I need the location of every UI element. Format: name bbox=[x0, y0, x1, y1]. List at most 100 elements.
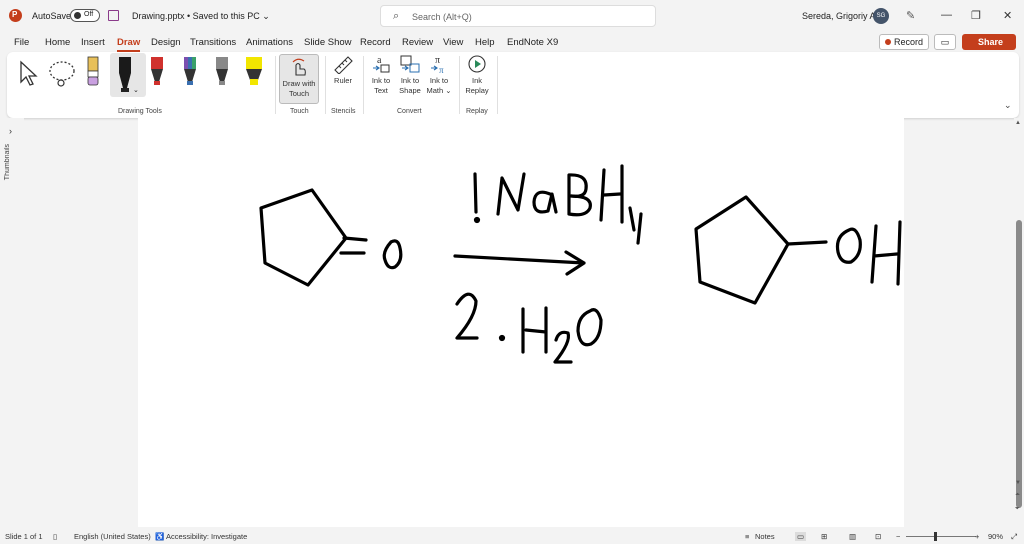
autosave-toggle[interactable]: Off bbox=[70, 9, 100, 22]
subscript-4 bbox=[628, 206, 643, 245]
accessibility-status[interactable]: Accessibility: Investigate bbox=[166, 532, 247, 541]
tab-insert[interactable]: Insert bbox=[81, 37, 105, 48]
ribbon-divider bbox=[275, 56, 276, 114]
replay-icon bbox=[468, 55, 486, 73]
red-pen-icon[interactable] bbox=[150, 56, 164, 86]
tab-endnote[interactable]: EndNote X9 bbox=[507, 37, 558, 48]
slide-show-icon[interactable]: ⊡ bbox=[875, 532, 881, 541]
collapse-ribbon-chevron-icon[interactable]: ⌄ bbox=[1004, 100, 1012, 111]
draw-with-touch-button[interactable]: Draw with Touch bbox=[279, 54, 319, 104]
tab-help[interactable]: Help bbox=[475, 37, 495, 48]
tab-record[interactable]: Record bbox=[360, 37, 391, 48]
next-slide-icon[interactable]: ⏷ bbox=[1015, 506, 1020, 513]
previous-slide-icon[interactable]: ⏶ bbox=[1015, 492, 1020, 499]
highlighter-icon[interactable] bbox=[245, 56, 265, 86]
accessibility-icon[interactable]: ♿ bbox=[155, 532, 164, 541]
search-icon: ⌕ bbox=[393, 10, 400, 22]
ribbon-divider bbox=[363, 56, 364, 114]
tab-view[interactable]: View bbox=[443, 37, 463, 48]
share-button[interactable]: Share bbox=[962, 34, 1016, 50]
autosave-state: Off bbox=[84, 11, 94, 18]
normal-view-icon[interactable]: ▭ bbox=[795, 532, 807, 541]
ink-to-shape-icon bbox=[400, 55, 420, 73]
status-bar: Slide 1 of 1 ▯ English (United States) ♿… bbox=[0, 528, 1024, 544]
language-status[interactable]: English (United States) bbox=[74, 532, 151, 541]
zoom-out-icon[interactable]: − bbox=[896, 532, 900, 541]
close-icon[interactable]: ✕ bbox=[1003, 9, 1012, 22]
ink-to-shape-line2: Shape bbox=[399, 86, 421, 95]
ruler-icon bbox=[334, 56, 353, 74]
letter-H bbox=[599, 164, 624, 224]
ribbon: ⌄ Drawing Tools Draw with Touch Touch Ru… bbox=[7, 52, 1019, 118]
user-name[interactable]: Sereda, Grigoriy A bbox=[802, 11, 876, 21]
svg-text:a: a bbox=[377, 55, 382, 66]
lasso-select-icon[interactable] bbox=[47, 59, 77, 87]
slide-sorter-icon[interactable]: ⊞ bbox=[821, 532, 827, 541]
title-bar: AutoSave Off Drawing.pptx • Saved to thi… bbox=[0, 0, 1024, 32]
tab-design[interactable]: Design bbox=[151, 37, 181, 48]
step2-dot bbox=[498, 334, 506, 342]
letter-H2 bbox=[521, 306, 548, 354]
draw-with-touch-line1: Draw with bbox=[282, 79, 316, 88]
scroll-up-icon[interactable]: ▲ bbox=[1015, 120, 1021, 126]
ink-to-text-line1: Ink to bbox=[371, 76, 391, 85]
touch-hand-icon bbox=[292, 58, 306, 76]
powerpoint-logo-icon bbox=[9, 9, 22, 22]
ribbon-divider bbox=[325, 56, 326, 114]
ink-to-text-button[interactable]: a Ink to Text bbox=[367, 54, 395, 96]
gray-pen-icon[interactable] bbox=[215, 56, 229, 86]
save-icon[interactable] bbox=[108, 10, 119, 21]
product-letter-H bbox=[870, 220, 902, 286]
tab-animations[interactable]: Animations bbox=[246, 37, 293, 48]
tab-file[interactable]: File bbox=[14, 37, 29, 48]
tab-review[interactable]: Review bbox=[402, 37, 433, 48]
galaxy-pen-icon[interactable] bbox=[183, 56, 197, 86]
step2-numeral bbox=[455, 292, 479, 340]
tab-home[interactable]: Home bbox=[45, 37, 70, 48]
avatar[interactable]: SG bbox=[873, 8, 889, 24]
reactant-oxygen-o bbox=[382, 239, 403, 270]
zoom-slider-thumb[interactable] bbox=[934, 532, 937, 541]
tab-transitions[interactable]: Transitions bbox=[190, 37, 236, 48]
tab-slide-show[interactable]: Slide Show bbox=[304, 37, 352, 48]
zoom-level[interactable]: 90% bbox=[988, 532, 1003, 541]
ink-replay-button[interactable]: Ink Replay bbox=[463, 54, 491, 96]
pen-dropdown-chevron-icon[interactable]: ⌄ bbox=[133, 86, 139, 94]
letter-N bbox=[496, 172, 526, 216]
restore-icon[interactable]: ❐ bbox=[971, 9, 981, 22]
ink-to-shape-button[interactable]: Ink to Shape bbox=[396, 54, 424, 96]
ribbon-divider bbox=[459, 56, 460, 114]
scrollbar-thumb[interactable] bbox=[1016, 220, 1022, 508]
search-box[interactable]: ⌕ Search (Alt+Q) bbox=[380, 5, 656, 27]
spelling-book-icon[interactable]: ▯ bbox=[53, 532, 57, 541]
minimize-icon[interactable]: — bbox=[941, 9, 952, 21]
zoom-in-icon[interactable]: + bbox=[975, 532, 979, 541]
reading-view-icon[interactable]: ▥ bbox=[849, 532, 856, 541]
record-icon bbox=[885, 39, 891, 45]
tab-draw[interactable]: Draw bbox=[117, 37, 141, 52]
zoom-slider[interactable] bbox=[906, 536, 976, 537]
slide-canvas[interactable] bbox=[138, 118, 904, 527]
fit-to-window-icon[interactable]: ⤢ bbox=[1011, 532, 1017, 542]
ruler-button[interactable]: Ruler bbox=[329, 54, 357, 86]
ink-drawing[interactable] bbox=[138, 118, 904, 527]
ink-to-math-button[interactable]: π π Ink to Math ⌄ bbox=[425, 54, 453, 96]
vertical-scrollbar[interactable]: ▲ ▼ ⏶ ⏷ bbox=[1014, 118, 1024, 528]
thumbnails-label[interactable]: Thumbnails bbox=[4, 144, 11, 180]
search-placeholder: Search (Alt+Q) bbox=[412, 12, 472, 22]
record-button[interactable]: Record bbox=[879, 34, 929, 50]
group-drawing-tools: Drawing Tools bbox=[118, 108, 162, 115]
scroll-down-icon[interactable]: ▼ bbox=[1015, 480, 1021, 486]
document-title[interactable]: Drawing.pptx • Saved to this PC ⌄ bbox=[132, 11, 270, 22]
black-pen-icon[interactable] bbox=[117, 56, 133, 96]
expand-thumbnails-chevron-icon[interactable]: › bbox=[9, 126, 12, 136]
reactant-ring bbox=[259, 188, 348, 287]
letter-O-water bbox=[576, 308, 603, 347]
notes-button[interactable]: Notes bbox=[755, 532, 775, 541]
comments-button[interactable]: ▭ bbox=[934, 34, 956, 50]
eraser-icon[interactable] bbox=[86, 56, 100, 88]
notes-icon[interactable]: ≡ bbox=[745, 532, 749, 541]
select-cursor-icon[interactable] bbox=[18, 60, 40, 86]
pen-icon[interactable]: ✎ bbox=[906, 9, 915, 22]
product-letter-O bbox=[835, 227, 862, 264]
